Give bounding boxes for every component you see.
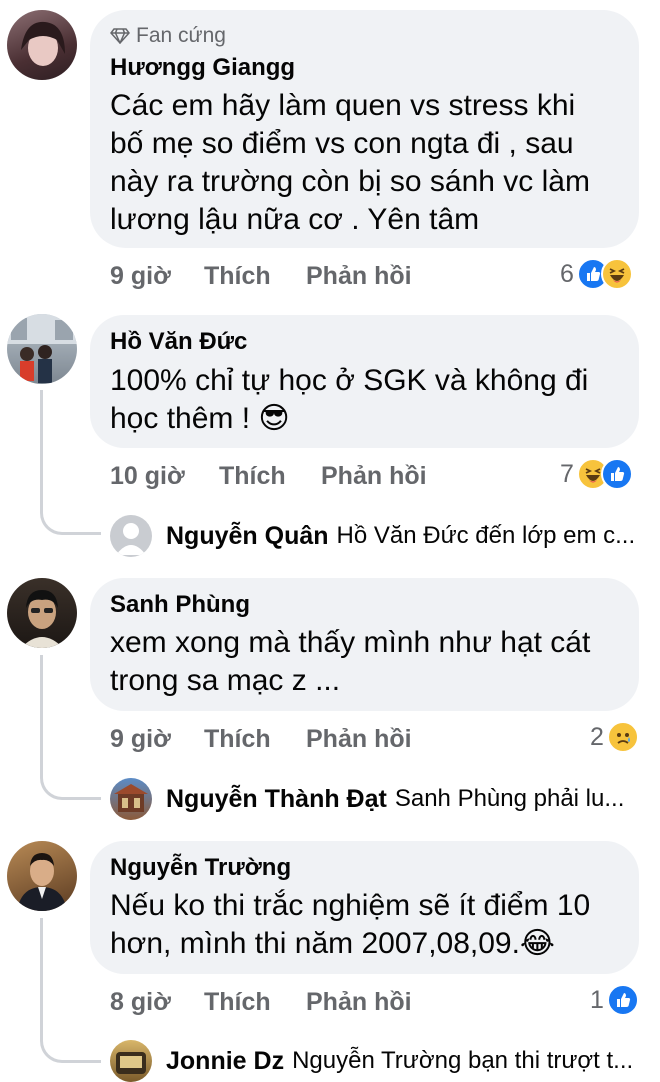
reply-text: Sanh Phùng phải lu... [394,785,625,812]
comment-time[interactable]: 9 giờ [110,725,171,754]
reply-preview[interactable]: Nguyễn Quân Hồ Văn Đức đến lớp em c... [110,515,635,557]
like-button[interactable]: Thích [204,262,271,291]
commenter-name[interactable]: Nguyễn Trường [110,854,291,882]
comment-time[interactable]: 9 giờ [110,262,171,291]
reaction-summary[interactable]: 1 [590,984,639,1016]
reply-author[interactable]: Nguyễn Quân [166,522,329,551]
reaction-count: 1 [590,985,604,1014]
reaction-count: 7 [560,459,574,488]
thread-connector [40,655,101,800]
reaction-summary[interactable]: 6 [560,258,633,290]
comment-text: Các em hãy làm quen vs stress khi bố mẹ … [110,87,590,239]
reply-button[interactable]: Phản hồi [321,462,427,491]
avatar-photo [21,590,63,648]
comment-text: xem xong mà thấy mình như hạt cát trong … [110,624,590,700]
avatar-photo [21,21,65,66]
comment-line: xem xong mà thấy mình như hạt cát [110,626,591,659]
reply-author[interactable]: Nguyễn Thành Đạt [166,785,387,814]
reply-text: Hồ Văn Đức đến lớp em c... [336,522,636,549]
comment-text: Nếu ko thi trắc nghiệm sẽ ít điểm 10 hơn… [110,887,590,963]
reply-text: Nguyễn Trường bạn thi trượt t... [292,1047,634,1074]
comment-line: hơn, mình thi năm 2007,08,09.😂 [110,927,555,960]
comment-line: Các em hãy làm quen vs stress khi [110,89,576,122]
reply-button[interactable]: Phản hồi [306,725,412,754]
comment-line: học thêm ! 😎 [110,402,290,435]
like-button[interactable]: Thích [204,725,271,754]
reply-button[interactable]: Phản hồi [306,988,412,1017]
avatar-photo [7,314,77,383]
avatar[interactable] [7,10,77,80]
thread-connector [40,918,101,1063]
reaction-summary[interactable]: 2 [590,721,639,753]
comment-line: lương lậu nữa cơ . Yên tâm [110,203,480,236]
reaction-summary[interactable]: 7 [560,458,633,490]
badge-label: Fan cứng [136,24,226,47]
haha-icon [600,258,633,290]
comment-time[interactable]: 10 giờ [110,462,185,491]
commenter-name[interactable]: Hồ Văn Đức [110,328,247,356]
avatar-photo [17,853,67,911]
diamond-icon [110,28,130,44]
reply-button[interactable]: Phản hồi [306,262,412,291]
reply-preview[interactable]: Nguyễn Thành Đạt Sanh Phùng phải lu... [110,778,624,820]
fan-badge: Fan cứng [110,24,226,48]
like-icon [606,984,639,1016]
like-button[interactable]: Thích [219,462,286,491]
avatar[interactable] [7,578,77,648]
avatar[interactable] [7,841,77,911]
like-button[interactable]: Thích [204,988,271,1017]
reply-author[interactable]: Jonnie Dz [166,1047,284,1076]
comment-line: Nếu ko thi trắc nghiệm sẽ ít điểm 10 [110,889,591,922]
comment-line: 100% chỉ tự học ở SGK và không đi [110,364,589,397]
commenter-name[interactable]: Hươngg Giangg [110,54,295,82]
comment-line: bố mẹ so điểm vs con ngta đi , sau [110,127,574,160]
like-icon [600,458,633,490]
comment-line: này ra trường còn bị so sánh vc làm [110,165,590,198]
avatar[interactable] [7,314,77,384]
default-avatar-icon [110,515,152,557]
reaction-count: 6 [560,259,574,288]
avatar [110,1040,152,1082]
thread-connector [40,390,101,535]
reply-preview[interactable]: Jonnie Dz Nguyễn Trường bạn thi trượt t.… [110,1040,633,1082]
comment-line: trong sa mạc z ... [110,664,341,697]
sad-icon [606,721,639,753]
avatar [110,778,152,820]
comment-time[interactable]: 8 giờ [110,988,171,1017]
reaction-count: 2 [590,722,604,751]
comment-text: 100% chỉ tự học ở SGK và không đi học th… [110,362,588,438]
commenter-name[interactable]: Sanh Phùng [110,591,250,619]
